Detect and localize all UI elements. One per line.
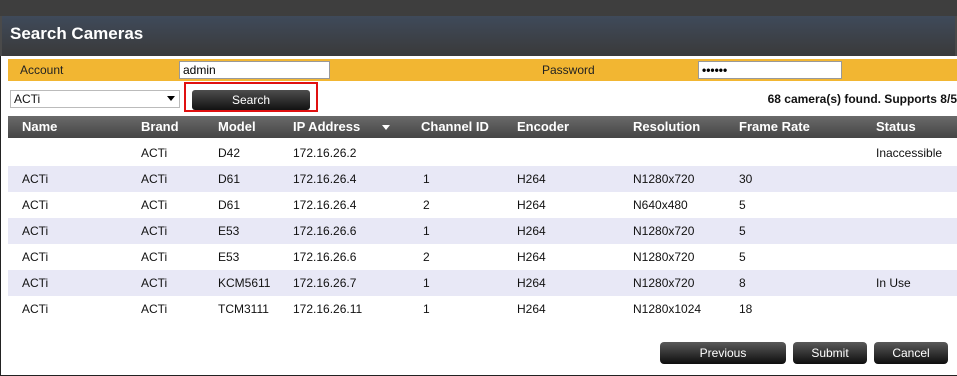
table-row[interactable]: ACTi ACTi E53 172.16.26.6 2 H264 N1280x7… xyxy=(8,244,957,270)
cell-encoder: H264 xyxy=(517,198,546,212)
account-label: Account xyxy=(20,63,64,77)
cell-encoder: H264 xyxy=(517,302,546,316)
cell-model: D61 xyxy=(218,172,241,186)
brand-select-value: ACTi xyxy=(14,92,41,106)
cell-channel-id: 1 xyxy=(423,276,430,290)
cell-name: ACTi xyxy=(22,250,49,264)
cell-name: ACTi xyxy=(22,276,49,290)
password-label: Password xyxy=(542,63,595,77)
cell-model: TCM3111 xyxy=(218,302,269,316)
table-row[interactable]: ACTi ACTi KCM5611 172.16.26.7 1 H264 N12… xyxy=(8,270,957,296)
brand-select[interactable]: ACTi xyxy=(10,90,180,108)
title-bar: Search Cameras xyxy=(0,0,957,56)
table-row[interactable]: ACTi ACTi E53 172.16.26.6 1 H264 N1280x7… xyxy=(8,218,957,244)
table-row[interactable]: ACTi ACTi D61 172.16.26.4 1 H264 N1280x7… xyxy=(8,166,957,192)
cell-encoder: H264 xyxy=(517,224,546,238)
cell-channel-id: 2 xyxy=(423,250,430,264)
dialog-title: Search Cameras xyxy=(10,24,144,43)
column-header-model[interactable]: Model xyxy=(218,116,256,138)
cell-resolution: N640x480 xyxy=(633,198,688,212)
cell-model: E53 xyxy=(218,224,240,238)
cell-channel-id: 1 xyxy=(423,302,430,316)
cancel-button[interactable]: Cancel xyxy=(874,342,948,364)
cell-ip-address: 172.16.26.6 xyxy=(293,250,357,264)
cell-brand: ACTi xyxy=(141,198,168,212)
cell-encoder: H264 xyxy=(517,276,546,290)
column-header-name[interactable]: Name xyxy=(22,116,57,138)
cell-ip-address: 172.16.26.4 xyxy=(293,198,357,212)
account-input[interactable] xyxy=(179,61,330,79)
account-row: Account Password xyxy=(8,59,957,81)
table-row[interactable]: ACTi ACTi D61 172.16.26.4 2 H264 N640x48… xyxy=(8,192,957,218)
cell-frame-rate: 8 xyxy=(739,276,746,290)
cell-name: ACTi xyxy=(22,172,49,186)
cameras-found-status: 68 camera(s) found. Supports 8/5 xyxy=(767,92,957,106)
cell-resolution: N1280x720 xyxy=(633,276,695,290)
search-button-highlight xyxy=(184,82,318,112)
cell-frame-rate: 18 xyxy=(739,302,753,316)
cell-name: ACTi xyxy=(22,198,49,212)
column-header-status[interactable]: Status xyxy=(876,116,916,138)
cell-frame-rate: 30 xyxy=(739,172,753,186)
cell-frame-rate: 5 xyxy=(739,224,746,238)
top-strip xyxy=(0,0,957,16)
cell-brand: ACTi xyxy=(141,302,168,316)
column-header-ip-address[interactable]: IP Address xyxy=(293,116,391,138)
cell-ip-address: 172.16.26.7 xyxy=(293,276,357,290)
sort-down-icon xyxy=(382,125,391,131)
cell-brand: ACTi xyxy=(141,224,168,238)
cell-name: ACTi xyxy=(22,224,49,238)
cell-status: Inaccessible xyxy=(876,146,943,160)
cell-ip-address: 172.16.26.11 xyxy=(293,302,363,316)
cell-ip-address: 172.16.26.6 xyxy=(293,224,357,238)
cell-resolution: N1280x720 xyxy=(633,250,695,264)
cell-resolution: N1280x720 xyxy=(633,172,695,186)
cell-frame-rate: 5 xyxy=(739,250,746,264)
cell-channel-id: 1 xyxy=(423,172,430,186)
cell-model: D42 xyxy=(218,146,241,160)
cell-brand: ACTi xyxy=(141,146,168,160)
chevron-down-icon xyxy=(167,96,175,101)
ip-address-header-label: IP Address xyxy=(293,119,361,134)
column-header-resolution[interactable]: Resolution xyxy=(633,116,700,138)
cell-brand: ACTi xyxy=(141,172,168,186)
column-header-brand[interactable]: Brand xyxy=(141,116,179,138)
cell-model: KCM5611 xyxy=(218,276,271,290)
table-header: Name Brand Model IP Address Channel ID E… xyxy=(8,116,957,138)
cell-name: ACTi xyxy=(22,302,49,316)
column-header-encoder[interactable]: Encoder xyxy=(517,116,569,138)
cell-encoder: H264 xyxy=(517,172,546,186)
cell-status: In Use xyxy=(876,276,911,290)
previous-button[interactable]: Previous xyxy=(660,342,786,364)
title-background xyxy=(2,16,955,56)
column-header-frame-rate[interactable]: Frame Rate xyxy=(739,116,810,138)
table-row[interactable]: ACTi ACTi TCM3111 172.16.26.11 1 H264 N1… xyxy=(8,296,957,322)
search-row: ACTi Search 68 camera(s) found. Supports… xyxy=(8,86,957,112)
cell-ip-address: 172.16.26.2 xyxy=(293,146,357,160)
cell-encoder: H264 xyxy=(517,250,546,264)
cell-model: D61 xyxy=(218,198,241,212)
password-input[interactable] xyxy=(698,61,842,79)
cell-model: E53 xyxy=(218,250,240,264)
table-row[interactable]: ACTi D42 172.16.26.2 Inaccessible xyxy=(8,140,957,166)
cell-brand: ACTi xyxy=(141,250,168,264)
cell-frame-rate: 5 xyxy=(739,198,746,212)
cell-channel-id: 2 xyxy=(423,198,430,212)
submit-button[interactable]: Submit xyxy=(793,342,867,364)
cell-resolution: N1280x720 xyxy=(633,224,695,238)
cell-brand: ACTi xyxy=(141,276,168,290)
cell-ip-address: 172.16.26.4 xyxy=(293,172,357,186)
cell-resolution: N1280x1024 xyxy=(633,302,702,316)
column-header-channel-id[interactable]: Channel ID xyxy=(421,116,489,138)
camera-table-body: ACTi D42 172.16.26.2 Inaccessible ACTi A… xyxy=(8,140,957,322)
cell-channel-id: 1 xyxy=(423,224,430,238)
